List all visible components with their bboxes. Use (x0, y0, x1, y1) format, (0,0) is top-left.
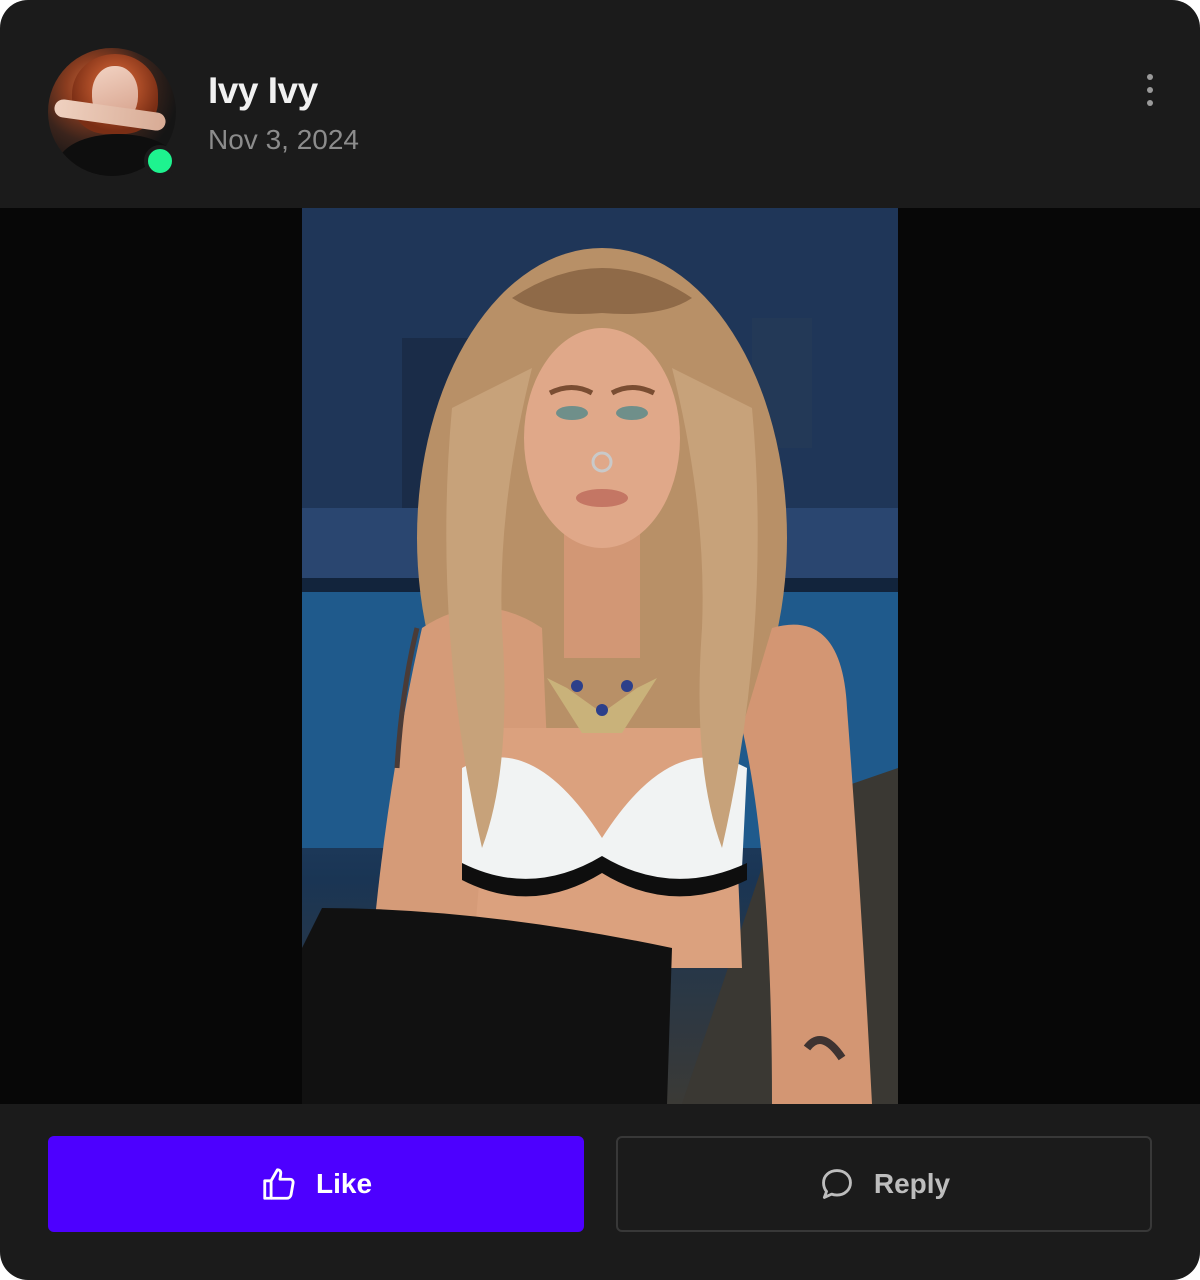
reply-label: Reply (873, 1168, 951, 1199)
author-name[interactable]: Ivy Ivy (208, 70, 318, 112)
online-status-dot (144, 145, 176, 177)
post-actions: Like Reply (0, 1104, 1200, 1280)
speech-bubble-icon (821, 1169, 852, 1199)
post-media (0, 208, 1200, 1104)
more-options-button[interactable] (1136, 72, 1164, 108)
portrait-image (302, 208, 898, 1104)
author-avatar-wrap[interactable] (48, 48, 176, 177)
like-button[interactable]: Like (48, 1136, 584, 1232)
post-photo[interactable] (302, 208, 898, 1104)
more-vertical-icon (1147, 74, 1153, 80)
post-header: Ivy Ivy Nov 3, 2024 (0, 0, 1200, 208)
thumbs-up-icon (263, 1168, 295, 1200)
post-date: Nov 3, 2024 (208, 124, 359, 155)
like-label: Like (315, 1168, 373, 1199)
post-card: Ivy Ivy Nov 3, 2024 Like Reply (0, 0, 1200, 1280)
reply-button[interactable]: Reply (616, 1136, 1152, 1232)
